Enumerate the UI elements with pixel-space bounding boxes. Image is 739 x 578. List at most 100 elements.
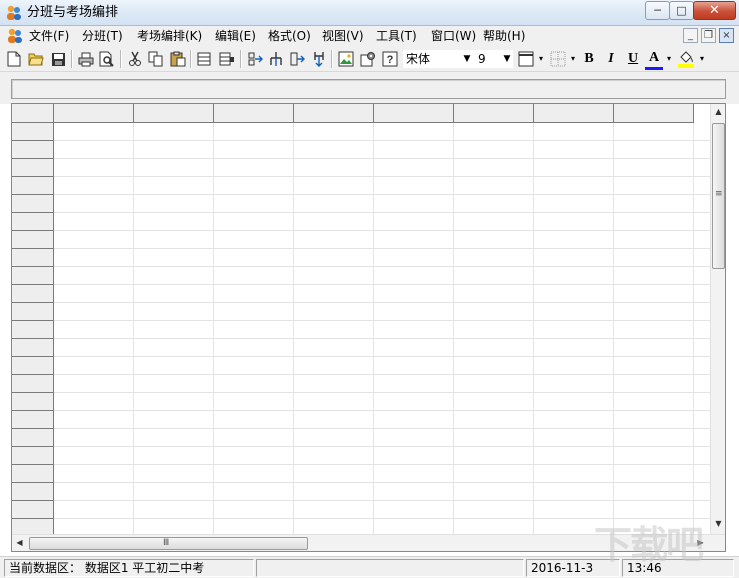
formula-input[interactable] [11,79,726,99]
font-color-button[interactable]: A [645,50,663,70]
insert-column-button[interactable] [288,50,306,68]
open-folder-icon [28,53,44,66]
cut-button[interactable] [126,50,144,68]
row-header[interactable] [12,321,54,339]
menu-view[interactable]: 视图(V) [322,29,364,43]
cell-border-button[interactable] [549,50,567,68]
menu-file[interactable]: 文件(F) [29,29,69,43]
horizontal-scrollbar[interactable]: ◀ Ⅲ ▶ [12,534,725,551]
scroll-right-button[interactable]: ▶ [693,535,708,551]
menu-bar: 文件(F) 分班(T) 考场编排(K) 编辑(E) 格式(O) 视图(V) 工具… [0,26,739,46]
image-icon [338,51,354,67]
column-header[interactable] [134,104,214,123]
properties-button[interactable] [359,50,377,68]
select-all-corner[interactable] [12,104,54,123]
row-header[interactable] [12,213,54,231]
insert-image-button[interactable] [337,50,355,68]
row-header[interactable] [12,231,54,249]
cell-area[interactable] [54,123,710,534]
mdi-minimize-button[interactable]: _ [683,28,698,43]
mdi-restore-button[interactable]: ❐ [701,28,716,43]
new-file-button[interactable] [5,50,23,68]
column-header[interactable] [294,104,374,123]
row-header[interactable] [12,177,54,195]
cell-border-dropdown[interactable]: ▾ [569,51,577,67]
mdi-close-button[interactable]: × [719,28,734,43]
vertical-scroll-thumb[interactable]: ≡ [712,123,725,269]
row-header[interactable] [12,465,54,483]
menu-exam-room[interactable]: 考场编排(K) [137,29,202,43]
scroll-up-button[interactable]: ▲ [711,104,725,120]
menu-class-division[interactable]: 分班(T) [82,29,123,43]
menu-tools[interactable]: 工具(T) [376,29,417,43]
window-title: 分班与考场编排 [27,5,119,20]
row-header[interactable] [12,519,54,534]
menu-window[interactable]: 窗口(W) [431,29,476,43]
row-header[interactable] [12,411,54,429]
copy-button[interactable] [147,50,165,68]
row-header[interactable] [12,249,54,267]
menu-edit[interactable]: 编辑(E) [215,29,256,43]
column-header[interactable] [454,104,534,123]
column-header[interactable] [534,104,614,123]
scroll-left-button[interactable]: ◀ [12,535,27,551]
menu-format[interactable]: 格式(O) [268,29,311,43]
column-header[interactable] [614,104,694,123]
fill-color-dropdown[interactable]: ▾ [698,51,706,67]
scroll-down-button[interactable]: ▼ [711,516,725,532]
close-button[interactable]: ✕ [693,1,736,20]
toolbar-separator [331,50,333,68]
dataset-value: 数据区1 平工初二中考 [84,561,205,575]
maximize-button[interactable]: □ [669,1,694,20]
filter-button[interactable] [310,50,328,68]
insert-row-button[interactable] [196,50,214,68]
row-header-column [12,123,54,534]
bold-button[interactable]: B [580,50,598,68]
horizontal-scroll-thumb[interactable]: Ⅲ [29,537,308,550]
paste-button[interactable] [169,50,187,68]
insert-column-icon [290,52,305,66]
split-button[interactable] [267,50,285,68]
maximize-icon: □ [676,4,687,17]
italic-button[interactable]: I [602,50,620,68]
merge-button[interactable] [246,50,264,68]
row-header[interactable] [12,195,54,213]
row-header[interactable] [12,339,54,357]
row-header[interactable] [12,501,54,519]
border-style-button[interactable] [517,50,535,68]
help-button[interactable]: ? [381,50,399,68]
save-button[interactable] [49,50,67,68]
row-header[interactable] [12,303,54,321]
row-header[interactable] [12,483,54,501]
row-header[interactable] [12,357,54,375]
column-header[interactable] [214,104,294,123]
font-size-dropdown[interactable]: ▼ [501,51,513,67]
row-header[interactable] [12,447,54,465]
font-name-dropdown[interactable]: ▼ [461,51,473,67]
row-header[interactable] [12,429,54,447]
insert-row-icon [197,52,211,66]
border-style-dropdown[interactable]: ▾ [537,51,545,67]
print-preview-button[interactable] [98,50,116,68]
row-header[interactable] [12,375,54,393]
row-header[interactable] [12,393,54,411]
column-header[interactable] [374,104,454,123]
underline-button[interactable]: U [624,50,642,68]
row-header[interactable] [12,141,54,159]
row-header[interactable] [12,267,54,285]
font-color-dropdown[interactable]: ▾ [665,51,673,67]
print-button[interactable] [77,50,95,68]
minimize-button[interactable]: ─ [645,1,670,20]
svg-text:?: ? [387,54,394,66]
document-icon[interactable] [6,27,24,45]
column-header[interactable] [54,104,134,123]
vertical-scrollbar[interactable]: ▲ ≡ ▼ [710,104,725,534]
open-button[interactable] [27,50,45,68]
row-header[interactable] [12,285,54,303]
fill-color-button[interactable] [677,50,695,68]
title-bar[interactable]: 分班与考场编排 ─ □ ✕ [0,0,739,26]
delete-row-button[interactable] [218,50,236,68]
menu-help[interactable]: 帮助(H) [483,29,525,43]
row-header[interactable] [12,159,54,177]
row-header[interactable] [12,123,54,141]
